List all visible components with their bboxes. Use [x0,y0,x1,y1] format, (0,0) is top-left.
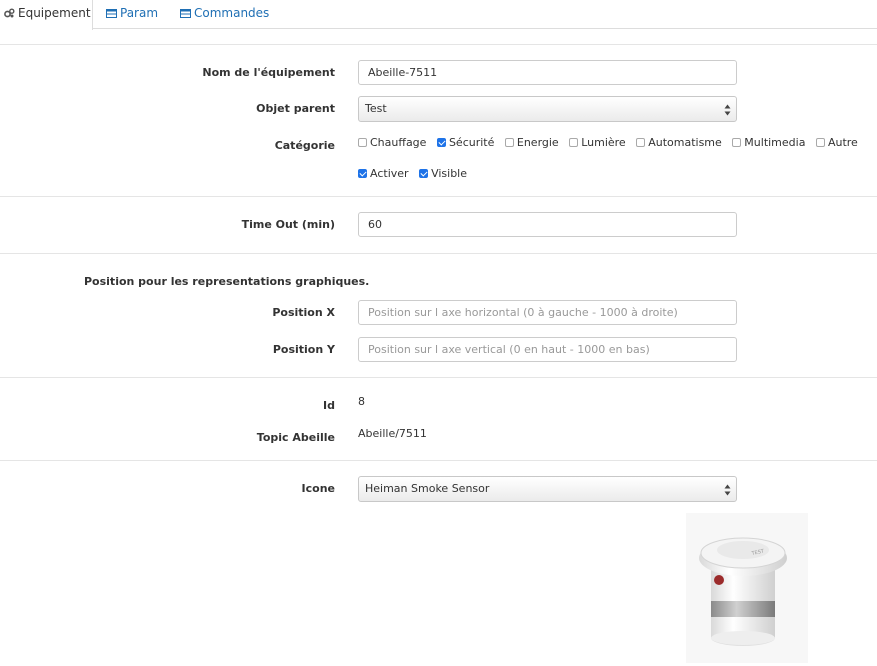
divider [0,377,877,378]
position-y-label: Position Y [272,343,335,356]
id-label: Id [323,399,335,412]
checkbox-chauffage[interactable] [358,138,367,147]
checkbox-energie[interactable] [504,138,514,147]
tab-param-label: Param [120,6,159,20]
checkbox-label: Multimedia [744,136,806,149]
position-y-input[interactable] [358,337,737,362]
checkbox-label: Automatisme [648,136,722,149]
divider [0,253,877,254]
options-checkboxes: Activer Visible [358,167,474,180]
checkbox-label: Autre [827,136,858,149]
categorie-autre[interactable]: Autre [815,136,858,149]
categorie-multimedia[interactable]: Multimedia [732,136,805,149]
tab-equipement-label: Equipement [18,6,91,20]
categorie-checkboxes: Chauffage Sécurité Energie Lumière Autom… [358,136,865,149]
checkbox-label: Sécurité [448,136,495,149]
tab-commandes[interactable]: Commandes [180,0,269,29]
option-activer[interactable]: Activer [358,167,409,180]
topic-label: Topic Abeille [256,431,335,444]
cogs-icon [4,1,15,27]
timeout-label: Time Out (min) [241,218,335,231]
tab-equipement[interactable]: Equipement [0,0,93,30]
list-icon [180,1,191,27]
checkbox-visible[interactable] [419,169,429,178]
objet-parent-value: Test [365,102,387,115]
divider [0,44,877,45]
checkbox-label: Energie [516,136,559,149]
tab-commandes-label: Commandes [194,6,270,20]
checkbox-label: Visible [431,167,467,180]
table-icon [106,1,117,27]
categorie-label: Catégorie [274,139,335,152]
divider [0,196,877,197]
checkbox-label: Activer [370,167,409,180]
topic-value: Abeille/7511 [358,427,427,440]
icone-value: Heiman Smoke Sensor [365,482,490,495]
select-arrows-icon [724,102,731,116]
categorie-chauffage[interactable]: Chauffage [358,136,426,149]
position-x-input[interactable] [358,300,737,325]
checkbox-activer[interactable] [358,169,367,178]
position-section-title: Position pour les representations graphi… [84,275,370,288]
smoke-detector-image: TEST [686,513,808,663]
checkbox-automatisme[interactable] [636,138,646,147]
position-x-label: Position X [272,306,335,319]
option-visible[interactable]: Visible [419,167,467,180]
icone-select[interactable]: Heiman Smoke Sensor [358,476,737,502]
nom-label: Nom de l'équipement [202,66,335,79]
select-arrows-icon [724,482,731,496]
tab-bar: Equipement Param Commandes [0,0,877,30]
checkbox-multimedia[interactable] [732,138,742,147]
categorie-energie[interactable]: Energie [504,136,559,149]
categorie-lumiere[interactable]: Lumière [569,136,626,149]
objet-parent-select[interactable]: Test [358,96,737,122]
checkbox-autre[interactable] [815,138,825,147]
checkbox-lumiere[interactable] [569,138,579,147]
divider [0,460,877,461]
id-value: 8 [358,395,365,408]
objet-parent-label: Objet parent [256,102,335,115]
nom-input[interactable] [358,60,737,85]
timeout-input[interactable] [358,212,737,237]
checkbox-securite[interactable] [436,138,446,147]
categorie-securite[interactable]: Sécurité [436,136,495,149]
icone-label: Icone [301,482,335,495]
tab-param[interactable]: Param [106,0,158,29]
categorie-automatisme[interactable]: Automatisme [636,136,722,149]
checkbox-label: Chauffage [370,136,427,149]
checkbox-label: Lumière [581,136,626,149]
